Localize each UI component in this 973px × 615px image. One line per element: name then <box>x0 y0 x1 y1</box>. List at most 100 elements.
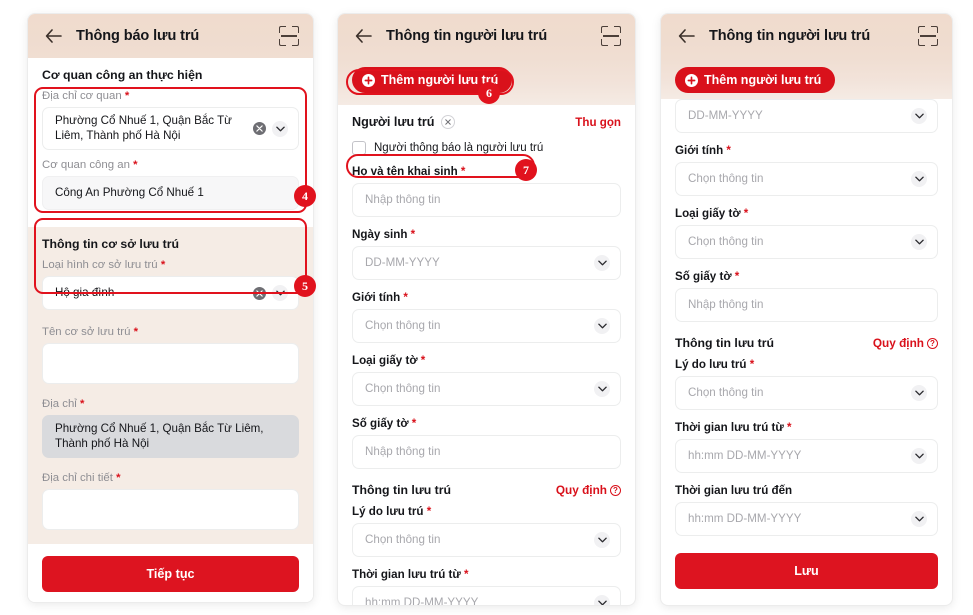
panel3-person-input-3[interactable]: Nhập thông tin <box>675 288 938 322</box>
back-arrow-icon[interactable] <box>352 29 374 43</box>
required-mark: * <box>160 259 166 271</box>
chevron-down-icon[interactable] <box>911 511 927 527</box>
panel3-stay-input-1[interactable]: hh:mm DD-MM-YYYY <box>675 439 938 473</box>
chevron-down-icon[interactable] <box>594 255 610 271</box>
panel2-stay-label-0: Lý do lưu trú * <box>352 505 621 518</box>
value-police-agency: Công An Phường Cổ Nhuế 1 <box>55 185 204 199</box>
chevron-down-icon[interactable] <box>594 532 610 548</box>
clear-circle-icon[interactable] <box>253 122 266 135</box>
add-resident-label: Thêm người lưu trú <box>704 73 822 87</box>
panel3-header: Thông tin người lưu trú <box>661 14 952 58</box>
required-mark: * <box>746 358 755 371</box>
panel3-person-field-0: DD-MM-YYYY <box>675 99 938 133</box>
placeholder-text: Chọn thông tin <box>365 381 441 395</box>
placeholder-text: Nhập thông tin <box>365 444 441 458</box>
remove-resident-icon[interactable] <box>441 115 456 129</box>
scan-qr-icon[interactable] <box>601 26 621 46</box>
panel3-stay-section: Thông tin lưu trú Quy định? Lý do lưu trú … <box>675 336 938 536</box>
label-address-detail: Địa chỉ chi tiết * <box>42 472 299 484</box>
required-mark: * <box>740 207 749 220</box>
panel2-person-input-4[interactable]: Nhập thông tin <box>352 435 621 469</box>
field-address: Địa chỉ * Phường Cổ Nhuế 1, Quận Bắc Từ … <box>42 398 299 458</box>
help-question-icon[interactable]: ? <box>610 484 621 496</box>
input-facility-type[interactable]: Hộ gia đình <box>42 276 299 310</box>
required-mark: * <box>723 144 731 157</box>
panel2-stay-title: Thông tin lưu trú <box>352 483 452 497</box>
panel3-person-label-2: Loại giấy tờ * <box>675 207 938 220</box>
panel2-rule-link[interactable]: Quy định? <box>556 483 621 497</box>
chevron-down-icon[interactable] <box>911 234 927 250</box>
page-title: Thông tin người lưu trú <box>709 28 871 44</box>
value-address: Phường Cổ Nhuế 1, Quận Bắc Từ Liêm, Thàn… <box>55 422 264 450</box>
chevron-down-icon[interactable] <box>911 171 927 187</box>
panel2-stay-label-1: Thời gian lưu trú từ * <box>352 568 621 581</box>
save-button[interactable]: Lưu <box>675 553 938 589</box>
panel2-person-input-3[interactable]: Chọn thông tin <box>352 372 621 406</box>
label-agency-address: Địa chỉ cơ quan * <box>42 90 299 102</box>
placeholder-text: Nhập thông tin <box>365 192 441 206</box>
placeholder-text: Chọn thông tin <box>365 532 441 546</box>
panel3-footer: Lưu <box>675 547 938 601</box>
chevron-down-icon[interactable] <box>272 285 288 301</box>
panel3-person-input-2[interactable]: Chọn thông tin <box>675 225 938 259</box>
clear-circle-icon[interactable] <box>253 286 266 300</box>
panel2-person-input-0[interactable]: Nhập thông tin <box>352 183 621 217</box>
field-address-detail: Địa chỉ chi tiết * <box>42 472 299 530</box>
chevron-down-icon[interactable] <box>911 448 927 464</box>
panel3-stay-label-0: Lý do lưu trú * <box>675 358 938 371</box>
add-resident-button[interactable]: Thêm người lưu trú <box>675 67 836 93</box>
panel2-person-field-2: Giới tính * Chọn thông tin <box>352 291 621 343</box>
back-arrow-icon[interactable] <box>42 29 64 43</box>
back-arrow-icon[interactable] <box>675 29 697 43</box>
chevron-down-icon[interactable] <box>911 108 927 124</box>
required-mark: * <box>408 417 417 430</box>
required-mark: * <box>783 421 792 434</box>
input-address-detail[interactable] <box>42 489 299 530</box>
panel3-stay-input-0[interactable]: Chọn thông tin <box>675 376 938 410</box>
scan-qr-icon[interactable] <box>918 26 938 46</box>
panel2-stay-input-1[interactable]: hh:mm DD-MM-YYYY <box>352 586 621 605</box>
label-text: Thời gian lưu trú từ <box>352 568 461 581</box>
chevron-down-icon[interactable] <box>594 318 610 334</box>
placeholder-text: Chọn thông tin <box>688 171 764 185</box>
collapse-link[interactable]: Thu gọn <box>575 116 621 129</box>
input-police-agency[interactable]: Công An Phường Cổ Nhuế 1 <box>42 176 299 210</box>
placeholder-text: hh:mm DD-MM-YYYY <box>365 595 479 605</box>
panel3-person-input-1[interactable]: Chọn thông tin <box>675 162 938 196</box>
notifier-is-resident-checkbox[interactable] <box>352 141 366 155</box>
chevron-down-icon[interactable] <box>272 120 288 137</box>
panel2-body: Người lưu trú Thu gọn Người thông báo là… <box>338 105 635 605</box>
continue-button[interactable]: Tiếp tục <box>42 556 299 592</box>
resident-card-title: Người lưu trú <box>352 115 435 129</box>
label-text: Tên cơ sở lưu trú <box>42 326 131 338</box>
panel2-person-input-2[interactable]: Chọn thông tin <box>352 309 621 343</box>
panel3-person-input-0[interactable]: DD-MM-YYYY <box>675 99 938 133</box>
placeholder-text: DD-MM-YYYY <box>688 108 763 122</box>
notifier-is-resident-row[interactable]: Người thông báo là người lưu trú <box>352 137 621 157</box>
placeholder-text: Chọn thông tin <box>688 234 764 248</box>
chevron-down-icon[interactable] <box>594 595 610 605</box>
panel1-footer: Tiếp tục <box>28 544 313 602</box>
panel3-rule-link[interactable]: Quy định? <box>873 336 938 350</box>
phone-screen-resident-info-scrolled: Thông tin người lưu trú Thêm người lưu t… <box>661 14 952 605</box>
panel2-person-label-4: Số giấy tờ * <box>352 417 621 430</box>
field-facility-type: Loại hình cơ sở lưu trú * Hộ gia đình <box>42 259 299 310</box>
panel2-stay-input-0[interactable]: Chọn thông tin <box>352 523 621 557</box>
annotation-badge-6: 6 <box>478 82 500 104</box>
chevron-down-icon[interactable] <box>594 381 610 397</box>
required-mark: * <box>116 472 121 484</box>
plus-icon <box>685 73 698 87</box>
label-text: Lý do lưu trú <box>675 358 747 371</box>
scan-qr-icon[interactable] <box>279 26 299 46</box>
label-text: Ngày sinh <box>352 228 408 241</box>
panel2-person-input-1[interactable]: DD-MM-YYYY <box>352 246 621 280</box>
input-facility-name[interactable] <box>42 343 299 384</box>
screenshot-stage: Thông báo lưu trú Cơ quan công an thực h… <box>0 0 973 615</box>
panel3-stay-input-2[interactable]: hh:mm DD-MM-YYYY <box>675 502 938 536</box>
panel3-body: DD-MM-YYYY Giới tính * Chọn thông tin Loại … <box>661 99 952 601</box>
placeholder-text: DD-MM-YYYY <box>365 255 440 269</box>
help-question-icon[interactable]: ? <box>927 337 938 349</box>
chevron-down-icon[interactable] <box>911 385 927 401</box>
input-agency-address[interactable]: Phường Cổ Nhuế 1, Quận Bắc Từ Liêm, Thàn… <box>42 107 299 150</box>
panel2-stay-section: Thông tin lưu trú Quy định? Lý do lưu trú … <box>352 483 621 605</box>
